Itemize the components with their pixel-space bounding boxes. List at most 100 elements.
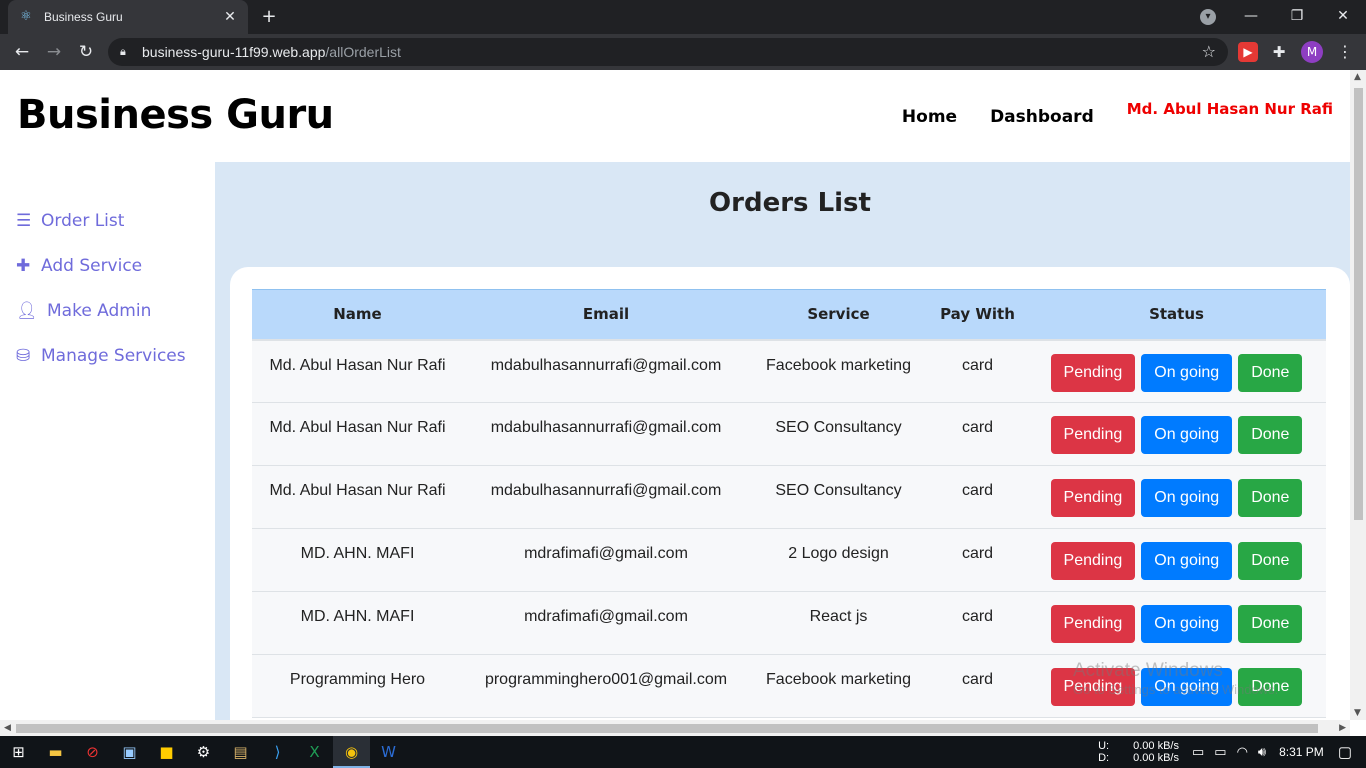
notification-icon[interactable]: ▢ [1338,743,1352,761]
back-button[interactable]: ← [10,40,34,64]
ongoing-button[interactable]: On going [1141,605,1233,643]
reload-button[interactable]: ↻ [74,40,98,64]
cell-service: SEO Consultancy [749,465,928,529]
cell-service: SEO Consultancy [749,402,928,466]
ongoing-button[interactable]: On going [1141,416,1233,454]
tab-title: Business Guru [44,10,123,24]
address-bar-row: ← → ↻ 🔒︎ business-guru-11f99.web.app/all… [0,34,1366,70]
brand-logo[interactable]: Business Guru [17,92,334,138]
url-host: business-guru-11f99.web.app [142,44,326,60]
forward-button[interactable]: → [42,40,66,64]
sidebar-item-make-admin[interactable]: 👤︎ Make Admin [16,288,186,333]
cell-pay-with: card [928,654,1027,718]
list-icon: ☰ [16,210,32,231]
cell-name: MD. AHN. MAFI [252,591,463,655]
pending-button[interactable]: Pending [1050,605,1136,643]
close-tab-icon[interactable]: ✕ [222,9,238,25]
cell-status: Pending On going Done [1027,402,1326,466]
done-button[interactable]: Done [1238,353,1303,392]
scroll-up-arrow-icon[interactable]: ▲ [1354,72,1361,82]
windows-taskbar: ⊞ ▬ ⊘ ▣ ■ ⚙ ▤ ⟩ X ◉ W U: D: 0.00 kB/s 0.… [0,736,1366,768]
windows-activation-watermark: Activate Windows Go to Settings to activ… [1073,660,1278,697]
upload-label: U: [1098,740,1110,752]
web-page: Business Guru Home Dashboard Md. Abul Ha… [0,70,1350,720]
ongoing-button[interactable]: On going [1141,479,1233,517]
pending-button[interactable]: Pending [1050,542,1136,580]
sidebar-item-order-list[interactable]: ☰ Order List [16,198,186,243]
column-header-name: Name [252,289,463,341]
minimize-button[interactable]: — [1228,0,1274,34]
clock-time[interactable]: 8:31 PM [1279,745,1324,759]
volume-icon[interactable]: 🔊︎ [1258,744,1266,760]
word-icon[interactable]: W [370,736,407,768]
orders-table: Name Email Service Pay With Status Md. A… [252,289,1326,718]
window-controls: — ❐ ✕ [1228,0,1366,34]
extensions-puzzle-icon[interactable]: ✚ [1269,42,1289,62]
cell-email: mdabulhasannurrafi@gmail.com [463,402,749,466]
scroll-left-arrow-icon[interactable]: ◀ [4,723,11,733]
monitor-icon[interactable]: ▭ [1192,744,1204,760]
horizontal-scrollbar[interactable]: ◀ ▶ [0,720,1350,736]
cell-email: mdabulhasannurrafi@gmail.com [463,339,749,403]
done-button[interactable]: Done [1238,605,1303,643]
battery-icon[interactable]: ▭ [1214,744,1226,760]
horizontal-scroll-thumb[interactable] [16,724,1318,733]
done-button[interactable]: Done [1238,479,1303,517]
close-window-button[interactable]: ✕ [1320,0,1366,34]
ongoing-button[interactable]: On going [1141,542,1233,580]
cell-status: Pending On going Done [1027,339,1326,403]
table-header-row: Name Email Service Pay With Status [252,289,1326,341]
user-shield-icon: 👤︎ [16,300,38,321]
cell-email: mdabulhasannurrafi@gmail.com [463,465,749,529]
excel-icon[interactable]: X [296,736,333,768]
ongoing-button[interactable]: On going [1141,353,1233,392]
column-header-email: Email [463,289,749,341]
cell-name: Md. Abul Hasan Nur Rafi [252,339,463,403]
cell-pay-with: card [928,402,1027,466]
wifi-icon[interactable]: ◠ [1237,744,1248,760]
sidebar-item-add-service[interactable]: ✚ Add Service [16,243,186,288]
photos-icon[interactable]: ▣ [111,736,148,768]
vscode-icon[interactable]: ⟩ [259,736,296,768]
scroll-down-arrow-icon[interactable]: ▼ [1354,708,1361,718]
archive-icon[interactable]: ▤ [222,736,259,768]
sidebar-item-label: Add Service [41,255,143,276]
url-input[interactable]: 🔒︎ business-guru-11f99.web.app/allOrderL… [108,38,1228,66]
restore-button[interactable]: ❐ [1274,0,1320,34]
network-speed: 0.00 kB/s 0.00 kB/s [1133,740,1179,764]
bookmark-star-icon[interactable]: ☆ [1202,42,1216,61]
browser-tab[interactable]: ⚛ Business Guru ✕ [8,0,248,34]
sticky-notes-icon[interactable]: ■ [148,736,185,768]
vertical-scrollbar[interactable]: ▲ ▼ [1350,70,1366,720]
pending-button[interactable]: Pending [1050,479,1136,517]
column-header-pay-with: Pay With [928,289,1027,341]
done-button[interactable]: Done [1238,416,1303,454]
nav-dashboard-link[interactable]: Dashboard [990,107,1094,127]
cell-service: 2 Logo design [749,528,928,592]
sidebar-item-manage-services[interactable]: ⛁ Manage Services [16,333,186,378]
scroll-right-arrow-icon[interactable]: ▶ [1339,723,1346,733]
download-label: D: [1098,752,1110,764]
file-explorer-icon[interactable]: ▬ [37,736,74,768]
pending-button[interactable]: Pending [1050,353,1136,392]
cell-name: Md. Abul Hasan Nur Rafi [252,465,463,529]
column-header-service: Service [749,289,928,341]
settings-gear-icon[interactable]: ⚙ [185,736,222,768]
tab-search-icon[interactable]: ▾ [1200,9,1216,25]
vertical-scroll-thumb[interactable] [1354,88,1363,520]
pending-button[interactable]: Pending [1050,416,1136,454]
profile-avatar[interactable]: M [1301,41,1323,63]
browser-menu-icon[interactable]: ⋮ [1335,42,1355,62]
app-icon[interactable]: ⊘ [74,736,111,768]
cell-service: Facebook marketing [749,339,928,403]
nav-home-link[interactable]: Home [902,107,957,127]
main-panel: Orders List Name Email Service Pay With … [215,162,1350,720]
orders-card: Name Email Service Pay With Status Md. A… [230,267,1350,720]
cell-status: Pending On going Done [1027,528,1326,592]
new-tab-button[interactable]: + [258,6,280,28]
youtube-extension-icon[interactable]: ▶ [1238,42,1258,62]
done-button[interactable]: Done [1238,542,1303,580]
windows-start-icon[interactable]: ⊞ [0,736,37,768]
cell-name: MD. AHN. MAFI [252,528,463,592]
chrome-icon[interactable]: ◉ [333,736,370,768]
